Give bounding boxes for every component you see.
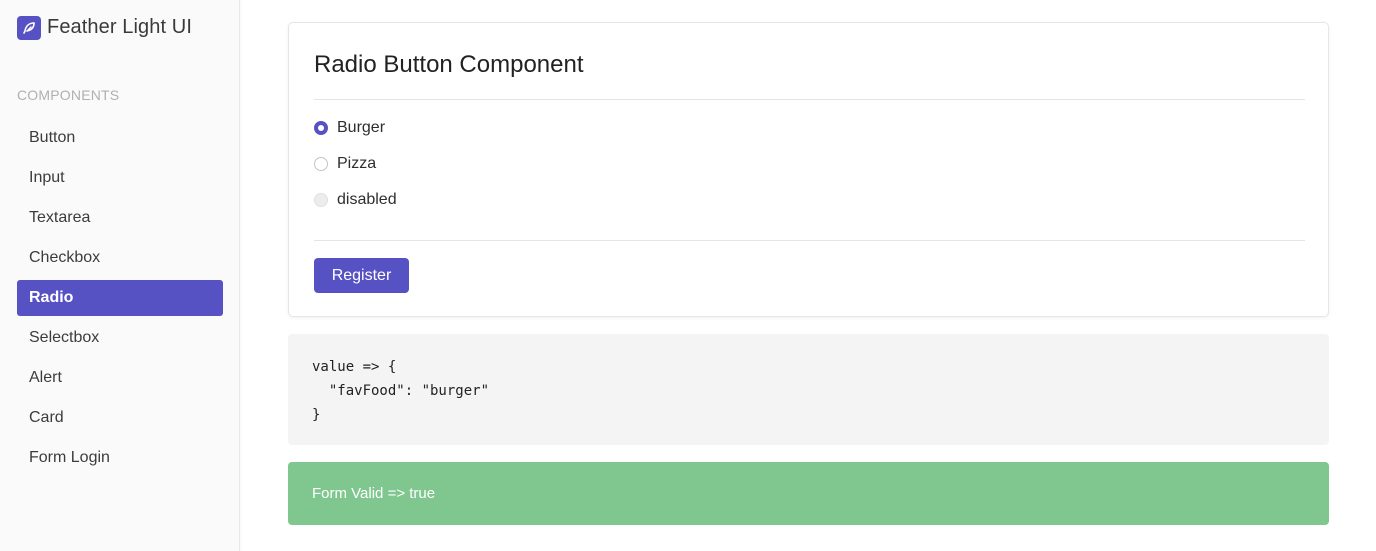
- radio-option-pizza[interactable]: Pizza: [314, 154, 376, 174]
- sidebar-item-selectbox[interactable]: Selectbox: [17, 320, 223, 356]
- sidebar-item-textarea[interactable]: Textarea: [17, 200, 223, 236]
- radio-button[interactable]: [314, 157, 328, 171]
- card-title: Radio Button Component: [314, 51, 584, 78]
- sidebar-nav: Button Input Textarea Checkbox Radio Sel…: [17, 120, 223, 480]
- value-output: value => { "favFood": "burger" }: [288, 334, 1329, 445]
- sidebar-item-input[interactable]: Input: [17, 160, 223, 196]
- sidebar-item-alert[interactable]: Alert: [17, 360, 223, 396]
- radio-option-burger[interactable]: Burger: [314, 118, 385, 138]
- alert-text: Form Valid => true: [312, 485, 436, 502]
- feather-icon: [17, 15, 41, 40]
- register-button[interactable]: Register: [314, 258, 409, 293]
- radio-label: Burger: [337, 119, 386, 136]
- divider: [314, 99, 1305, 100]
- sidebar-item-form-login[interactable]: Form Login: [17, 440, 223, 476]
- sidebar: Feather Light UI COMPONENTS Button Input…: [0, 0, 240, 551]
- brand-title: Feather Light UI: [47, 16, 193, 38]
- divider: [314, 240, 1305, 241]
- sidebar-item-card[interactable]: Card: [17, 400, 223, 436]
- form-valid-alert: Form Valid => true: [288, 462, 1329, 525]
- radio-label: Pizza: [337, 155, 377, 172]
- radio-label: disabled: [337, 191, 397, 208]
- radio-button-checked[interactable]: [314, 121, 328, 135]
- section-label: COMPONENTS: [17, 87, 120, 103]
- sidebar-item-radio[interactable]: Radio: [17, 280, 223, 316]
- app-root: Feather Light UI COMPONENTS Button Input…: [0, 0, 1376, 551]
- sidebar-item-checkbox[interactable]: Checkbox: [17, 240, 223, 276]
- sidebar-item-button[interactable]: Button: [17, 120, 223, 156]
- radio-component-card: Radio Button Component Burger Pizza disa…: [288, 22, 1329, 317]
- radio-button-disabled: [314, 193, 328, 207]
- radio-option-disabled: disabled: [314, 190, 397, 210]
- brand[interactable]: Feather Light UI: [17, 15, 192, 40]
